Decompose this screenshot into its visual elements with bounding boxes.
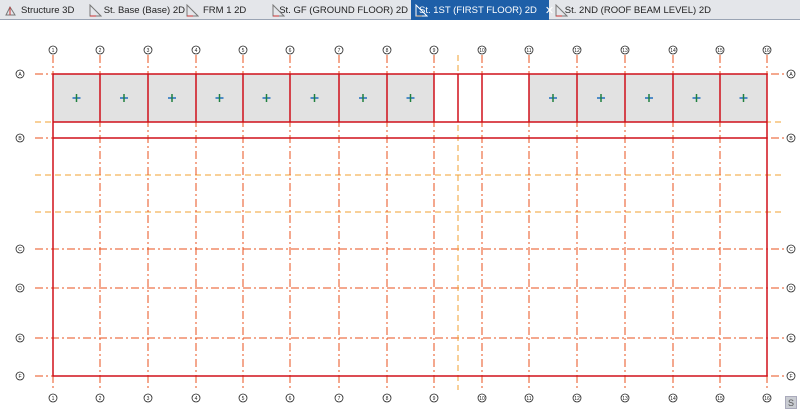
grid-x-bottom-label: 1 [52,396,55,402]
grid-x-bottom-label: 7 [338,396,341,402]
grid-y-right-label: D [789,286,793,292]
view-tab-bar: Structure 3D St. Base (Base) 2D FRM 1 2D… [0,0,800,20]
grid-x-bottom-label: 13 [622,396,628,402]
grid-x-bottom-label: 6 [289,396,292,402]
tab-label: St. GF (GROUND FLOOR) 2D [279,4,408,16]
grid-x-top-label: 2 [99,48,102,54]
tab-label: FRM 1 2D [203,4,247,16]
tab-roof-beam-level-2d[interactable]: St. 2ND (ROOF BEAM LEVEL) 2D [551,0,711,20]
plan-view-icon [89,3,102,17]
grid-y-left-label: D [18,286,22,292]
grid-x-bottom-label: 15 [717,396,723,402]
grid-x-top-label: 10 [479,48,485,54]
frame-view-icon [186,3,199,17]
grid-x-bottom-label: 2 [99,396,102,402]
tab-frm-1-2d[interactable]: FRM 1 2D [182,0,267,20]
tab-first-floor-2d[interactable]: St. 1ST (FIRST FLOOR) 2D ✕ [411,0,554,20]
grid-y-left-label: F [18,374,21,380]
grid-x-top-label: 3 [147,48,150,54]
grid-x-top-label: 8 [386,48,389,54]
grid-y-right-label: F [789,374,792,380]
grid-x-bottom-label: 16 [764,396,770,402]
grid-x-bottom-label: 11 [526,396,531,402]
grid-x-top-label: 12 [574,48,580,54]
grid-x-bottom-label: 5 [242,396,245,402]
grid-x-top-label: 16 [764,48,770,54]
tab-label: St. 1ST (FIRST FLOOR) 2D [419,4,537,16]
structural-grid-drawing: 1122334455667788991010111112121313141415… [15,45,796,403]
tab-ground-floor-2d[interactable]: St. GF (GROUND FLOOR) 2D [268,0,408,20]
grid-x-top-label: 1 [52,48,55,54]
grid-x-bottom-label: 3 [147,396,150,402]
grid-x-bottom-label: 14 [670,396,676,402]
tab-structure-3d[interactable]: Structure 3D [0,0,95,20]
plan-view-canvas[interactable]: 1 1 2 2 3 3 4 4 5 5 6 6 7 7 8 8 9 9 10 10 11 11 12 12 13 13 14 14 15… [0,20,800,415]
grid-x-top-label: 13 [622,48,628,54]
tab-base-2d[interactable]: St. Base (Base) 2D [85,0,185,20]
grid-x-top-label: 11 [526,48,531,54]
grid-x-bottom-label: 10 [479,396,485,402]
grid-x-bottom-label: 12 [574,396,580,402]
grid-x-bottom-label: 4 [195,396,198,402]
tab-label: Structure 3D [21,4,75,16]
grid-x-top-label: 14 [670,48,676,54]
grid-x-top-label: 15 [717,48,723,54]
plan-view-icon [555,3,568,17]
grid-x-bottom-label: 8 [386,396,389,402]
grid-x-top-label: 5 [242,48,245,54]
grid-x-top-label: 6 [289,48,292,54]
plan-view-icon [272,3,285,17]
tab-label: St. Base (Base) 2D [103,4,185,16]
grid-y-right-label: C [789,247,793,253]
3d-structure-icon [4,4,17,17]
grid-x-top-label: 4 [195,48,198,54]
grid-x-top-label: 7 [338,48,341,54]
grid-x-bottom-label: 9 [433,396,436,402]
tab-label: St. 2ND (ROOF BEAM LEVEL) 2D [564,4,711,16]
grid-y-left-label: C [18,247,22,253]
grid-x-top-label: 9 [433,48,436,54]
snap-toggle-button[interactable]: S [785,396,797,409]
